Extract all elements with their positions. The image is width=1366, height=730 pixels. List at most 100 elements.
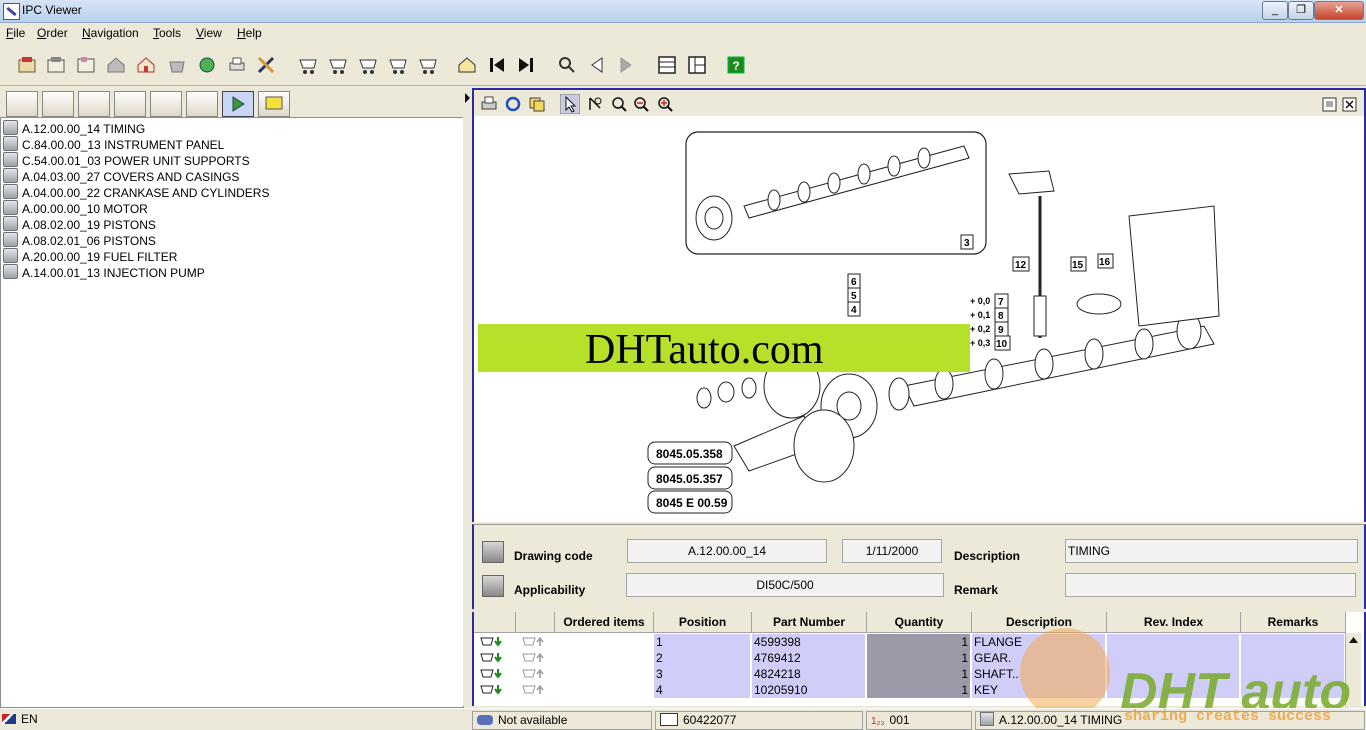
col-header-part-number[interactable]: Part Number: [752, 612, 867, 633]
language-indicator[interactable]: EN: [0, 711, 466, 728]
brand-watermark-circle: [1020, 628, 1110, 718]
current-table-text: A.12.00.00_14 TIMING: [999, 713, 1123, 727]
remove-from-cart-icon[interactable]: [516, 634, 554, 650]
cart-add-icon[interactable]: [297, 54, 319, 76]
tree-item[interactable]: A.04.03.00_27 COVERS AND CASINGS: [3, 168, 239, 184]
restore-view-icon[interactable]: [1322, 97, 1337, 112]
col-header-quantity[interactable]: Quantity: [867, 612, 972, 633]
add-to-cart-icon[interactable]: [474, 650, 515, 666]
language-text: EN: [21, 712, 38, 726]
search-icon[interactable]: [556, 54, 578, 76]
part-number-cell: 4599398: [752, 634, 866, 650]
pointer-icon[interactable]: [560, 94, 580, 114]
tab-search-icon[interactable]: [186, 91, 218, 117]
tree-item[interactable]: A.14.00.01_13 INJECTION PUMP: [3, 264, 205, 280]
menu-help[interactable]: Help: [237, 26, 262, 40]
forward-icon[interactable]: [615, 54, 637, 76]
print-icon[interactable]: [226, 54, 248, 76]
globe-green-icon[interactable]: [196, 54, 218, 76]
tab-catalog-icon[interactable]: [6, 91, 38, 117]
remark-label: Remark: [954, 583, 999, 597]
tab-pages-icon[interactable]: [78, 91, 110, 117]
close-button[interactable]: ✕: [1314, 1, 1364, 20]
applicability-icon: [482, 575, 504, 597]
menu-file[interactable]: File: [6, 26, 25, 40]
col-header-remarks[interactable]: Remarks: [1241, 612, 1346, 633]
tree-item[interactable]: A.08.02.01_06 PISTONS: [3, 232, 156, 248]
menu-navigation[interactable]: Navigation: [82, 26, 139, 40]
tree-item[interactable]: C.54.00.01_03 POWER UNIT SUPPORTS: [3, 152, 250, 168]
col-header-description[interactable]: Description: [972, 612, 1107, 633]
zoom-window-icon[interactable]: [610, 95, 628, 113]
table-icon: [3, 216, 18, 231]
add-to-cart-icon[interactable]: [474, 682, 515, 698]
remove-from-cart-icon[interactable]: [516, 682, 554, 698]
maximize-button[interactable]: ❐: [1288, 1, 1314, 20]
remove-from-cart-icon[interactable]: [516, 666, 554, 682]
col-header-rev-index[interactable]: Rev. Index: [1107, 612, 1241, 633]
table-row[interactable]: 1 4599398 1 FLANGE: [474, 634, 1345, 650]
tree-item[interactable]: A.08.02.00_19 PISTONS: [3, 216, 156, 232]
zoom-out-icon[interactable]: [632, 95, 650, 113]
home-icon[interactable]: [456, 54, 478, 76]
tree-item[interactable]: A.20.00.00_19 FUEL FILTER: [3, 248, 177, 264]
back-icon[interactable]: [586, 54, 608, 76]
tab-parts-icon[interactable]: [42, 91, 74, 117]
remove-from-cart-icon[interactable]: [516, 650, 554, 666]
first-page-icon[interactable]: [486, 54, 508, 76]
tree-item[interactable]: C.84.00.00_13 INSTRUMENT PANEL: [3, 136, 224, 152]
drawing-properties: Drawing code A.12.00.00_14 1/11/2000 Des…: [472, 524, 1366, 609]
zoom-in-icon[interactable]: [656, 95, 674, 113]
tab-edit-icon[interactable]: [114, 91, 146, 117]
tree-item-label: A.04.03.00_27 COVERS AND CASINGS: [22, 170, 240, 184]
col-header-position[interactable]: Position: [654, 612, 752, 633]
tab-notes-icon[interactable]: [258, 91, 290, 117]
part-number-cell: 10205910: [752, 682, 866, 698]
cart-send-icon[interactable]: [417, 54, 439, 76]
table-icon: [980, 712, 994, 726]
print-icon[interactable]: [480, 95, 498, 113]
house-red-icon[interactable]: [135, 54, 157, 76]
panel-splitter[interactable]: [463, 87, 471, 706]
menu-view[interactable]: View: [196, 26, 222, 40]
last-page-icon[interactable]: [515, 54, 537, 76]
tree-item[interactable]: A.04.00.00_22 CRANKASE AND CYLINDERS: [3, 184, 269, 200]
tool-ref-1: 8045.05.358: [656, 447, 723, 461]
part-number-cell: 4769412: [752, 650, 866, 666]
split-vertical-icon[interactable]: [686, 54, 708, 76]
help-icon[interactable]: ?: [725, 54, 747, 76]
catalog-icon[interactable]: [45, 54, 67, 76]
tree-item[interactable]: A.00.00.00_10 MOTOR: [3, 200, 148, 216]
split-horizontal-icon[interactable]: [656, 54, 678, 76]
tree-item-label: A.08.02.00_19 PISTONS: [22, 218, 156, 232]
house-grey-icon[interactable]: [105, 54, 127, 76]
close-view-icon[interactable]: [1342, 97, 1357, 112]
catalog-list-icon[interactable]: [75, 54, 97, 76]
drawing-code-icon: [482, 541, 504, 563]
menu-tools[interactable]: Tools: [153, 26, 181, 40]
cart-delete-icon[interactable]: [387, 54, 409, 76]
connection-text: Not available: [498, 713, 568, 727]
table-icon: [3, 152, 18, 167]
connection-status: Not available: [472, 711, 652, 730]
refresh-icon[interactable]: [504, 95, 522, 113]
copy-icon[interactable]: [528, 95, 546, 113]
cart-down-icon[interactable]: [357, 54, 379, 76]
minimize-button[interactable]: _: [1262, 1, 1288, 20]
tree-item[interactable]: A.12.00.00_14 TIMING: [3, 120, 145, 136]
pan-zoom-icon[interactable]: [586, 95, 604, 113]
open-catalog-icon[interactable]: [16, 54, 38, 76]
add-to-cart-icon[interactable]: [474, 634, 515, 650]
tools-icon[interactable]: [255, 54, 277, 76]
add-to-cart-icon[interactable]: [474, 666, 515, 682]
menu-order[interactable]: Order: [37, 26, 68, 40]
tab-play-icon[interactable]: [222, 91, 254, 117]
cart-edit-icon[interactable]: [327, 54, 349, 76]
menu-bar: File Order Navigation Tools View Help: [0, 23, 1366, 44]
callout-15: 15: [1072, 260, 1084, 271]
tab-list-icon[interactable]: [150, 91, 182, 117]
col-header-ordered[interactable]: Ordered items: [555, 612, 654, 633]
position-cell: 2: [654, 650, 751, 666]
exploded-drawing[interactable]: 3 6 5 4 7 8 9 10 12 15 16 + 0,0 + 0,1 + …: [472, 116, 1366, 522]
basket-grey-icon[interactable]: [166, 54, 188, 76]
